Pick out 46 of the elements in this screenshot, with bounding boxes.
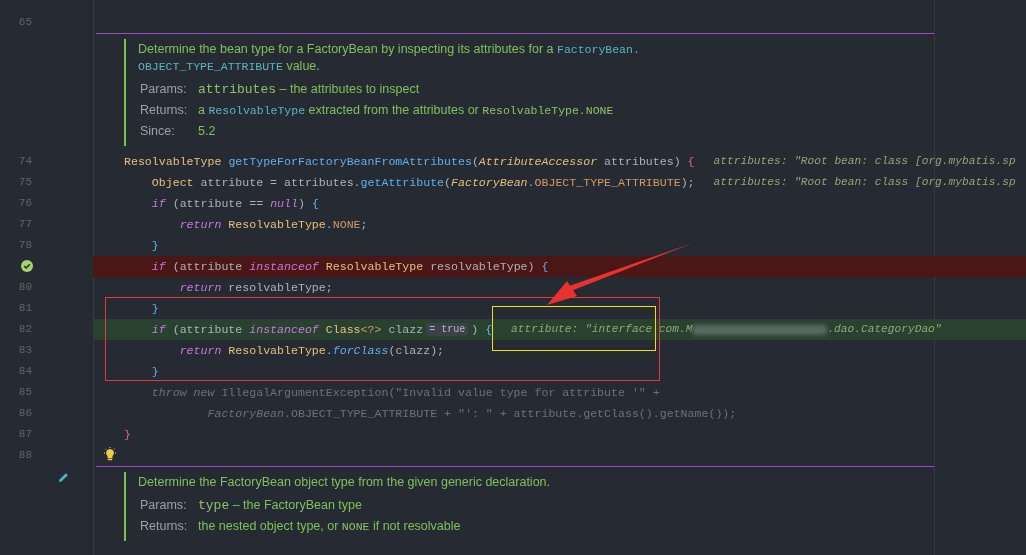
inline-debug-value: .dao.CategoryDao" [827, 322, 942, 338]
code-text: throw new IllegalArgumentException("Invalid value type for attribute '" + [150, 384, 660, 401]
doc-label: Since: [140, 123, 176, 141]
lightbulb-icon[interactable] [103, 447, 117, 462]
code-text: } [150, 300, 159, 317]
breakpoint-check-icon[interactable] [21, 260, 33, 272]
doc-label: Params: [140, 497, 188, 515]
doc-text: attributes – the attributes to inspect [198, 80, 420, 99]
code-text: return resolvableType; [178, 279, 333, 296]
doc-description: Determine the FactoryBean object type from the given generic declaration. [138, 474, 551, 491]
code-text: if (attribute instanceof ResolvableType resolvableType) { [150, 258, 549, 275]
code-text: ) { [471, 321, 493, 338]
line-number: 83 [17, 343, 32, 359]
line-number: 65 [17, 15, 32, 31]
line-number: 87 [17, 427, 32, 443]
code-text: } [150, 237, 159, 254]
code-text: return ResolvableType.NONE; [178, 216, 368, 233]
code-text: ResolvableType getTypeForFactoryBeanFromAttributes(AttributeAccessor attributes) { [124, 153, 695, 170]
doc-label: Returns: [140, 518, 189, 536]
line-number: 75 [17, 175, 32, 191]
code-text: return ResolvableType.forClass(clazz); [178, 342, 445, 359]
line-number: 76 [17, 196, 32, 212]
inline-debug-value: attributes: "Root bean: class [org.mybatis.sp [713, 154, 1016, 170]
doc-text: type – the FactoryBean type [198, 496, 362, 515]
doc-text: 5.2 [198, 123, 216, 141]
doc-description: Determine the bean type for a FactoryBean by inspecting its attributes for a FactoryBean. [138, 41, 640, 58]
doc-label: Params: [140, 81, 188, 99]
code-text: } [150, 363, 159, 380]
inline-debug-value: attribute: "interface com.M [511, 322, 693, 338]
doc-text: a ResolvableType extracted from the attributes or ResolvableType.NONE [198, 102, 614, 120]
code-text: Object attribute = attributes.getAttribute(FactoryBean.OBJECT_TYPE_ATTRIBUTE); [150, 174, 695, 191]
line-number: 85 [17, 385, 32, 401]
doc-text: the nested object type, or NONE if not resolvable [198, 518, 461, 536]
doc-description: OBJECT_TYPE_ATTRIBUTE value. [138, 58, 320, 75]
line-number: 78 [17, 238, 32, 254]
code-text: FactoryBean.OBJECT_TYPE_ATTRIBUTE + "': " + attribute.getClass().getName()); [206, 405, 737, 422]
line-number: 74 [17, 154, 32, 170]
code-text: if (attribute instanceof Class<?> clazz [150, 321, 424, 338]
inline-value-hint: = true [426, 323, 469, 336]
code-text: } [124, 426, 131, 443]
code-text: if (attribute == null) { [150, 195, 319, 212]
line-number: 77 [17, 217, 32, 233]
inline-debug-value: attributes: "Root bean: class [org.mybatis.sp [713, 175, 1016, 191]
line-number: 84 [17, 364, 32, 380]
pencil-icon[interactable] [58, 472, 69, 483]
doc-label: Returns: [140, 102, 189, 120]
